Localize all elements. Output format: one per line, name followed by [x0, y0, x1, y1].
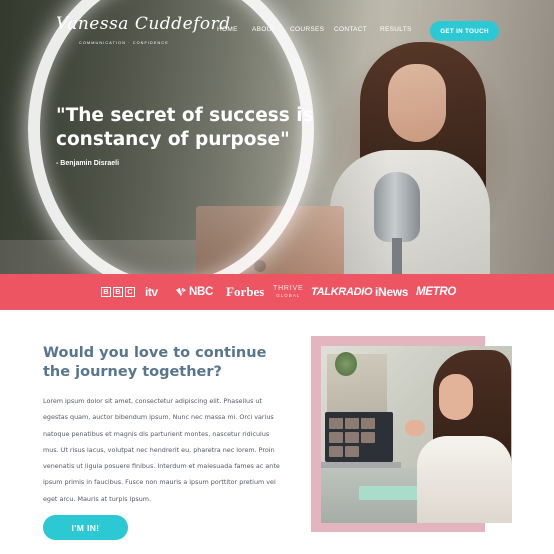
get-in-touch-button[interactable]: GET IN TOUCH: [430, 21, 499, 41]
video-tile: [329, 432, 343, 443]
section-heading: Would you love to continue the journey t…: [43, 345, 267, 380]
forbes-logo: Forbes: [226, 284, 265, 299]
video-tile: [345, 418, 359, 429]
section-body-text: Lorem ipsum dolor sit amet, consectetur …: [43, 397, 280, 503]
bbc-logo: B B C: [101, 274, 135, 310]
video-tile: [345, 432, 359, 443]
im-in-button[interactable]: I'M IN!: [43, 515, 128, 540]
hero-quote-author: - Benjamin Disraeli: [56, 160, 120, 167]
photo-laptop-screen: [325, 412, 393, 462]
video-call-photo: [321, 346, 512, 523]
hero-section: Vanessa Cuddeford COMMUNICATION · CONFID…: [0, 0, 554, 274]
video-tile: [361, 418, 375, 429]
nbc-text: NBC: [189, 286, 214, 298]
nav-about[interactable]: ABOUT: [252, 26, 276, 33]
logo-tagline: COMMUNICATION · CONFIDENCE: [79, 41, 169, 45]
video-tile: [345, 446, 359, 457]
nav-courses[interactable]: COURSES: [290, 26, 324, 33]
photo-woman-hand: [405, 420, 425, 436]
nbc-peacock-icon: [176, 288, 186, 296]
inews-logo: iNews: [375, 285, 409, 299]
press-logos-bar: B B C itv NBC Forbes THRIVE GLOBAL TALKR…: [0, 274, 554, 310]
bbc-letter-b2: B: [113, 287, 123, 297]
video-tile: [329, 418, 343, 429]
bbc-letter-c: C: [125, 287, 135, 297]
video-tile: [329, 446, 343, 457]
itv-logo: itv: [145, 285, 158, 299]
photo-laptop-base: [321, 462, 401, 468]
bbc-letter-b1: B: [101, 287, 111, 297]
photo-notebook: [359, 486, 419, 500]
metro-logo: METRO: [416, 286, 457, 298]
photo-woman-face: [439, 374, 473, 420]
nav-contact[interactable]: CONTACT: [334, 26, 367, 33]
nav-home[interactable]: HOME: [217, 26, 238, 33]
video-tile: [361, 432, 375, 443]
global-text: GLOBAL: [276, 293, 301, 298]
nav-results[interactable]: RESULTS: [380, 26, 412, 33]
thrive-global-logo: THRIVE GLOBAL: [273, 274, 303, 310]
talkradio-logo: TALKRADIO: [311, 286, 373, 298]
nbc-logo: NBC: [175, 274, 213, 310]
photo-woman-body: [417, 436, 512, 523]
photo-plant: [335, 352, 357, 376]
hero-quote: "The secret of success is constancy of p…: [56, 105, 314, 150]
thrive-text: THRIVE: [273, 285, 304, 292]
